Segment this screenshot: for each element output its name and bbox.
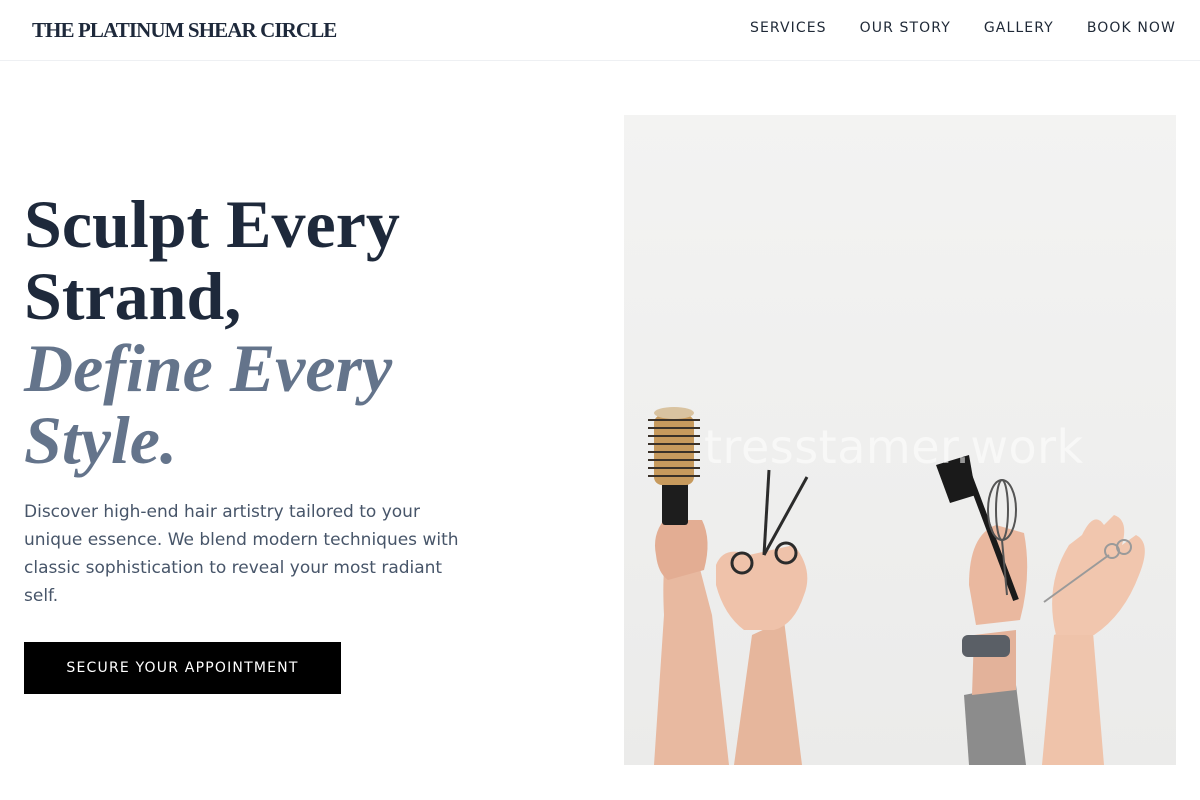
headline-line-2: Strand, xyxy=(24,258,242,334)
brand-logo[interactable]: THE PLATINUM SHEAR CIRCLE xyxy=(32,18,337,43)
hand-holding-scissors xyxy=(716,469,809,765)
headline-accent-line-1: Define Every xyxy=(24,330,393,406)
headline-accent-line-2: Style. xyxy=(24,402,177,478)
hand-holding-tint-brush-and-whisk xyxy=(936,455,1028,765)
image-watermark: tresstamer.work xyxy=(704,420,1084,474)
headline-line-1: Sculpt Every xyxy=(24,186,400,262)
hero-description: Discover high-end hair artistry tailored… xyxy=(24,502,459,606)
site-header: THE PLATINUM SHEAR CIRCLE SERVICES OUR S… xyxy=(0,0,1200,61)
nav-services[interactable]: SERVICES xyxy=(750,20,827,36)
open-hand-with-small-scissors xyxy=(1042,515,1145,765)
secure-appointment-button[interactable]: SECURE YOUR APPOINTMENT xyxy=(24,642,341,694)
nav-book-now[interactable]: BOOK NOW xyxy=(1087,20,1176,36)
nav-our-story[interactable]: OUR STORY xyxy=(860,20,951,36)
nav-gallery[interactable]: GALLERY xyxy=(984,20,1054,36)
hero-image: tresstamer.work xyxy=(624,115,1176,765)
main-nav: SERVICES OUR STORY GALLERY BOOK NOW xyxy=(750,20,1176,36)
hero-headline: Sculpt Every Strand, Define Every Style. xyxy=(24,188,584,476)
